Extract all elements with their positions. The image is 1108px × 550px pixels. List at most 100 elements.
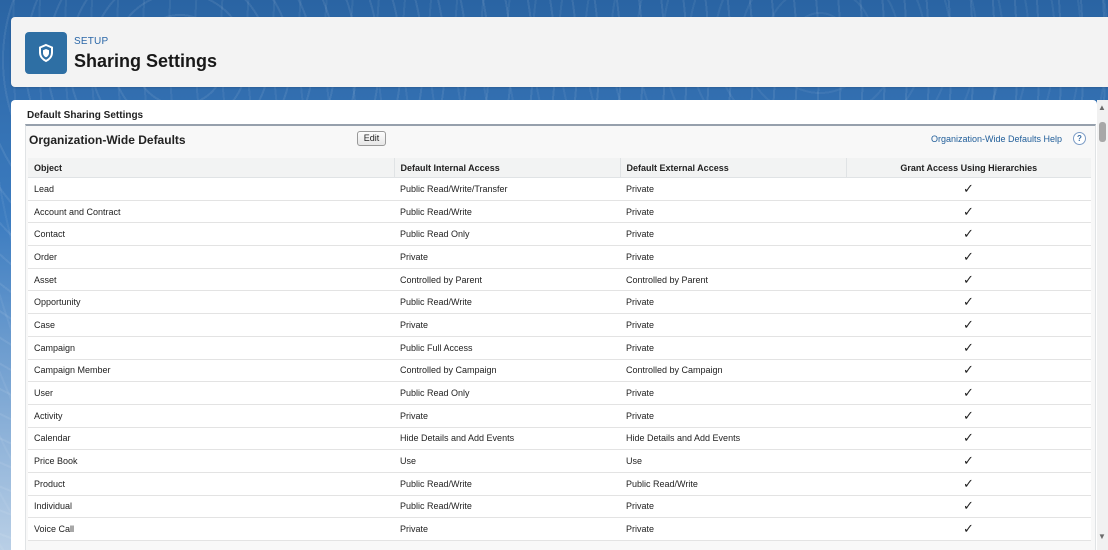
cell-external-access: Private [620, 495, 846, 519]
cell-object: Price Book [28, 449, 394, 473]
cell-object: Voice Call [28, 517, 394, 541]
cell-object: Campaign Member [28, 359, 394, 383]
checkmark-icon: ✓ [846, 449, 1091, 473]
checkmark-icon: ✓ [846, 495, 1091, 519]
cell-object: Activity [28, 404, 394, 428]
cell-external-access: Private [620, 517, 846, 541]
table-row: Voice Call Private Private ✓ [28, 517, 1091, 541]
checkmark-icon: ✓ [846, 177, 1091, 201]
cell-external-access: Private [620, 404, 846, 428]
table-row: Account and Contract Public Read/Write Pri… [28, 200, 1091, 224]
table-row: Individual Public Read/Write Private ✓ [28, 495, 1091, 519]
table-row: Calendar Hide Details and Add Events Hide … [28, 427, 1091, 451]
table-row: Campaign Public Full Access Private ✓ [28, 336, 1091, 360]
cell-external-access: Private [620, 177, 846, 201]
cell-internal-access: Public Read/Write [394, 200, 620, 224]
cell-internal-access: Public Read/Write [394, 472, 620, 496]
cell-external-access: Controlled by Campaign [620, 359, 846, 383]
cell-internal-access: Private [394, 404, 620, 428]
table-row: Lead Public Read/Write/Transfer Private ✓ [28, 177, 1091, 201]
column-header-external-access: Default External Access [620, 158, 847, 178]
column-header-object: Object [28, 158, 395, 178]
table-row: Opportunity Public Read/Write Private ✓ [28, 290, 1091, 315]
cell-external-access: Public Read/Write [620, 472, 846, 496]
cell-external-access: Hide Details and Add Events [620, 427, 846, 451]
sharing-defaults-table: Object Default Internal Access Default E… [28, 158, 1091, 541]
cell-internal-access: Private [394, 313, 620, 337]
shield-icon [25, 32, 67, 74]
help-link[interactable]: Organization-Wide Defaults Help [931, 134, 1062, 144]
cell-internal-access: Private [394, 245, 620, 269]
table-row: Price Book Use Use ✓ [28, 449, 1091, 473]
cell-internal-access: Public Read Only [394, 222, 620, 247]
breadcrumb[interactable]: SETUP [74, 36, 108, 47]
edit-button[interactable]: Edit [357, 131, 386, 146]
table-header-row: Object Default Internal Access Default E… [28, 158, 1091, 178]
cell-object: Lead [28, 177, 394, 201]
scroll-down-icon[interactable]: ▼ [1098, 532, 1106, 541]
cell-external-access: Private [620, 381, 846, 405]
table-row: Asset Controlled by Parent Controlled by P… [28, 268, 1091, 292]
vertical-scrollbar[interactable]: ▲ ▼ [1097, 100, 1108, 550]
cell-object: Order [28, 245, 394, 269]
cell-external-access: Controlled by Parent [620, 268, 846, 292]
cell-object: Account and Contract [28, 200, 394, 224]
help-icon[interactable]: ? [1073, 132, 1086, 145]
cell-internal-access: Public Full Access [394, 336, 620, 360]
cell-object: Campaign [28, 336, 394, 360]
checkmark-icon: ✓ [846, 427, 1091, 451]
cell-internal-access: Public Read/Write [394, 495, 620, 519]
checkmark-icon: ✓ [846, 313, 1091, 337]
checkmark-icon: ✓ [846, 472, 1091, 496]
section-title: Default Sharing Settings [27, 110, 144, 121]
page-header: SETUP Sharing Settings [11, 17, 1108, 87]
cell-external-access: Private [620, 336, 846, 360]
table-row: Product Public Read/Write Public Read/Writ… [28, 472, 1091, 496]
cell-object: Contact [28, 222, 394, 247]
cell-internal-access: Public Read/Write [394, 290, 620, 315]
cell-internal-access: Controlled by Parent [394, 268, 620, 292]
cell-internal-access: Use [394, 449, 620, 473]
cell-external-access: Private [620, 222, 846, 247]
checkmark-icon: ✓ [846, 517, 1091, 541]
cell-internal-access: Public Read Only [394, 381, 620, 405]
main-content: Default Sharing Settings Organization-Wi… [11, 100, 1097, 550]
scroll-up-icon[interactable]: ▲ [1098, 103, 1106, 112]
cell-external-access: Private [620, 290, 846, 315]
table-row: Campaign Member Controlled by Campaign Con… [28, 359, 1091, 383]
table-row: Contact Public Read Only Private ✓ [28, 222, 1091, 247]
column-header-internal-access: Default Internal Access [394, 158, 621, 178]
panel-title: Organization-Wide Defaults [29, 133, 186, 147]
org-wide-defaults-panel: Organization-Wide Defaults Edit Organiza… [25, 124, 1096, 550]
checkmark-icon: ✓ [846, 359, 1091, 383]
checkmark-icon: ✓ [846, 336, 1091, 360]
cell-object: Product [28, 472, 394, 496]
cell-object: Individual [28, 495, 394, 519]
column-header-grant-access: Grant Access Using Hierarchies [846, 158, 1091, 178]
cell-external-access: Private [620, 245, 846, 269]
checkmark-icon: ✓ [846, 268, 1091, 292]
cell-object: Calendar [28, 427, 394, 451]
cell-external-access: Private [620, 313, 846, 337]
cell-internal-access: Public Read/Write/Transfer [394, 177, 620, 201]
checkmark-icon: ✓ [846, 404, 1091, 428]
cell-internal-access: Controlled by Campaign [394, 359, 620, 383]
cell-object: User [28, 381, 394, 405]
cell-external-access: Use [620, 449, 846, 473]
cell-external-access: Private [620, 200, 846, 224]
scroll-thumb[interactable] [1099, 122, 1106, 142]
cell-internal-access: Private [394, 517, 620, 541]
checkmark-icon: ✓ [846, 200, 1091, 224]
table-row: User Public Read Only Private ✓ [28, 381, 1091, 405]
checkmark-icon: ✓ [846, 222, 1091, 247]
cell-internal-access: Hide Details and Add Events [394, 427, 620, 451]
cell-object: Case [28, 313, 394, 337]
page-title: Sharing Settings [74, 51, 218, 71]
table-row: Activity Private Private ✓ [28, 404, 1091, 428]
table-row: Order Private Private ✓ [28, 245, 1091, 269]
checkmark-icon: ✓ [846, 245, 1091, 269]
cell-object: Asset [28, 268, 394, 292]
checkmark-icon: ✓ [846, 381, 1091, 405]
cell-object: Opportunity [28, 290, 394, 315]
checkmark-icon: ✓ [846, 290, 1091, 315]
